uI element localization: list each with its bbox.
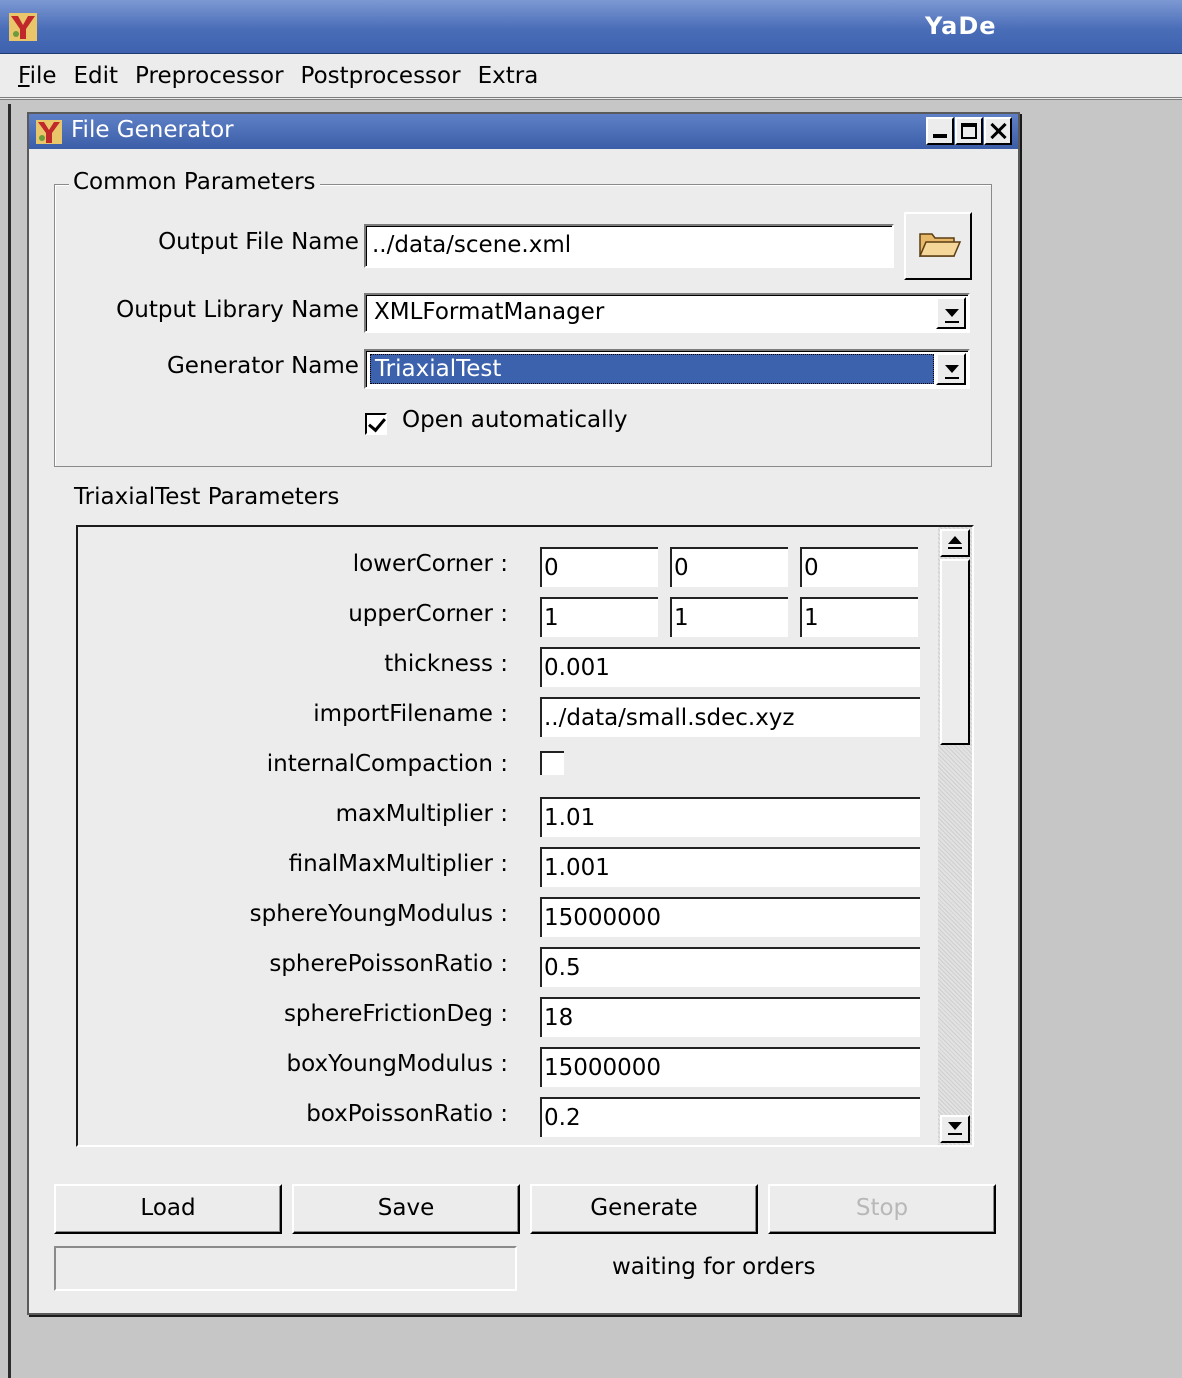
sphere-poisson-ratio-input[interactable]: 0.5	[540, 947, 920, 987]
param-thickness: thickness : 0.001	[78, 647, 938, 691]
menu-file-mnemonic: F	[18, 62, 30, 89]
menu-file[interactable]: File	[18, 63, 57, 89]
open-automatically-label: Open automatically	[402, 407, 628, 433]
progress-bar	[54, 1246, 517, 1291]
yade-logo-icon	[9, 13, 37, 41]
parameters-scroll-area[interactable]: lowerCorner : 0 0 0 upperCorner : 1 1 1 …	[76, 525, 974, 1147]
param-label: boxYoungModulus :	[286, 1051, 509, 1077]
main-title-bar[interactable]: YaDe	[0, 0, 1182, 54]
lower-corner-z-input[interactable]: 0	[800, 547, 918, 587]
open-automatically-checkbox[interactable]	[365, 413, 387, 435]
yade-logo-icon	[36, 120, 62, 144]
param-label: sphereFrictionDeg :	[283, 1001, 508, 1027]
box-poisson-ratio-input[interactable]: 0.2	[540, 1097, 920, 1137]
sphere-friction-deg-input[interactable]: 18	[540, 997, 920, 1037]
menu-postprocessor[interactable]: Postprocessor	[301, 63, 461, 89]
sphere-young-modulus-input[interactable]: 15000000	[540, 897, 920, 937]
param-internal-compaction: internalCompaction :	[78, 747, 938, 791]
param-final-max-multiplier: finalMaxMultiplier : 1.001	[78, 847, 938, 891]
param-box-poisson-ratio: boxPoissonRatio : 0.2	[78, 1097, 938, 1141]
lower-corner-x-input[interactable]: 0	[540, 547, 658, 587]
minimize-icon[interactable]	[926, 117, 954, 145]
load-button[interactable]: Load	[54, 1184, 282, 1234]
output-library-combo[interactable]: XMLFormatManager	[364, 293, 970, 333]
thickness-input[interactable]: 0.001	[540, 647, 920, 687]
file-generator-window: File Generator Common Parameters Output …	[27, 112, 1020, 1315]
param-label: spherePoissonRatio :	[269, 951, 508, 977]
generator-parameters-title: TriaxialTest Parameters	[74, 484, 340, 510]
menu-edit[interactable]: Edit	[74, 63, 119, 89]
param-upper-corner: upperCorner : 1 1 1	[78, 597, 938, 641]
output-library-value: XMLFormatManager	[374, 299, 605, 325]
param-sphere-friction-deg: sphereFrictionDeg : 18	[78, 997, 938, 1041]
window-title: File Generator	[71, 117, 234, 143]
status-text: waiting for orders	[612, 1254, 816, 1280]
upper-corner-y-input[interactable]: 1	[670, 597, 788, 637]
maximize-icon[interactable]	[955, 117, 983, 145]
param-label: importFilename :	[313, 701, 508, 727]
scroll-up-icon[interactable]	[940, 529, 970, 557]
lower-corner-y-input[interactable]: 0	[670, 547, 788, 587]
param-label: thickness :	[384, 651, 508, 677]
upper-corner-z-input[interactable]: 1	[800, 597, 918, 637]
import-filename-input[interactable]: ../data/small.sdec.xyz	[540, 697, 920, 737]
param-box-young-modulus: boxYoungModulus : 15000000	[78, 1047, 938, 1091]
upper-corner-x-input[interactable]: 1	[540, 597, 658, 637]
output-file-label: Output File Name :	[158, 229, 374, 255]
chevron-down-icon[interactable]	[936, 297, 966, 329]
param-label: maxMultiplier :	[335, 801, 508, 827]
common-parameters-legend: Common Parameters	[69, 169, 320, 195]
browse-button[interactable]	[904, 212, 972, 280]
scrollbar-thumb[interactable]	[940, 559, 970, 745]
box-young-modulus-input[interactable]: 15000000	[540, 1047, 920, 1087]
common-parameters-group: Common Parameters Output File Name : ../…	[54, 169, 992, 467]
generator-name-value: TriaxialTest	[370, 354, 934, 384]
final-max-multiplier-input[interactable]: 1.001	[540, 847, 920, 887]
generator-name-combo[interactable]: TriaxialTest	[364, 349, 970, 389]
param-max-multiplier: maxMultiplier : 1.01	[78, 797, 938, 841]
file-generator-title-bar[interactable]: File Generator	[29, 114, 1018, 149]
folder-icon	[918, 233, 962, 257]
param-label: upperCorner :	[348, 601, 508, 627]
save-button[interactable]: Save	[292, 1184, 520, 1234]
menu-file-label: ile	[29, 62, 57, 89]
menu-preprocessor[interactable]: Preprocessor	[135, 63, 283, 89]
param-sphere-young-modulus: sphereYoungModulus : 15000000	[78, 897, 938, 941]
param-label: boxPoissonRatio :	[306, 1101, 508, 1127]
param-sphere-poisson-ratio: spherePoissonRatio : 0.5	[78, 947, 938, 991]
close-icon[interactable]	[984, 117, 1012, 145]
generator-name-label: Generator Name :	[166, 353, 374, 379]
stop-button: Stop	[768, 1184, 996, 1234]
app-title: YaDe	[925, 12, 997, 40]
param-lower-corner: lowerCorner : 0 0 0	[78, 547, 938, 591]
vertical-scrollbar[interactable]	[938, 527, 972, 1145]
param-label: sphereYoungModulus :	[249, 901, 508, 927]
mdi-area-border	[8, 104, 11, 1378]
param-label: lowerCorner :	[352, 551, 508, 577]
internal-compaction-checkbox[interactable]	[540, 751, 564, 775]
window-controls	[925, 117, 1012, 145]
param-label: internalCompaction :	[266, 751, 508, 777]
max-multiplier-input[interactable]: 1.01	[540, 797, 920, 837]
output-library-label: Output Library Name :	[116, 297, 374, 323]
param-import-filename: importFilename : ../data/small.sdec.xyz	[78, 697, 938, 741]
menu-bar: File Edit Preprocessor Postprocessor Ext…	[0, 54, 1182, 100]
menu-extra[interactable]: Extra	[478, 63, 539, 89]
param-label: finalMaxMultiplier :	[288, 851, 508, 877]
chevron-down-icon[interactable]	[936, 353, 966, 385]
output-file-field[interactable]: ../data/scene.xml	[364, 224, 894, 268]
generate-button[interactable]: Generate	[530, 1184, 758, 1234]
scroll-down-icon[interactable]	[940, 1115, 970, 1143]
